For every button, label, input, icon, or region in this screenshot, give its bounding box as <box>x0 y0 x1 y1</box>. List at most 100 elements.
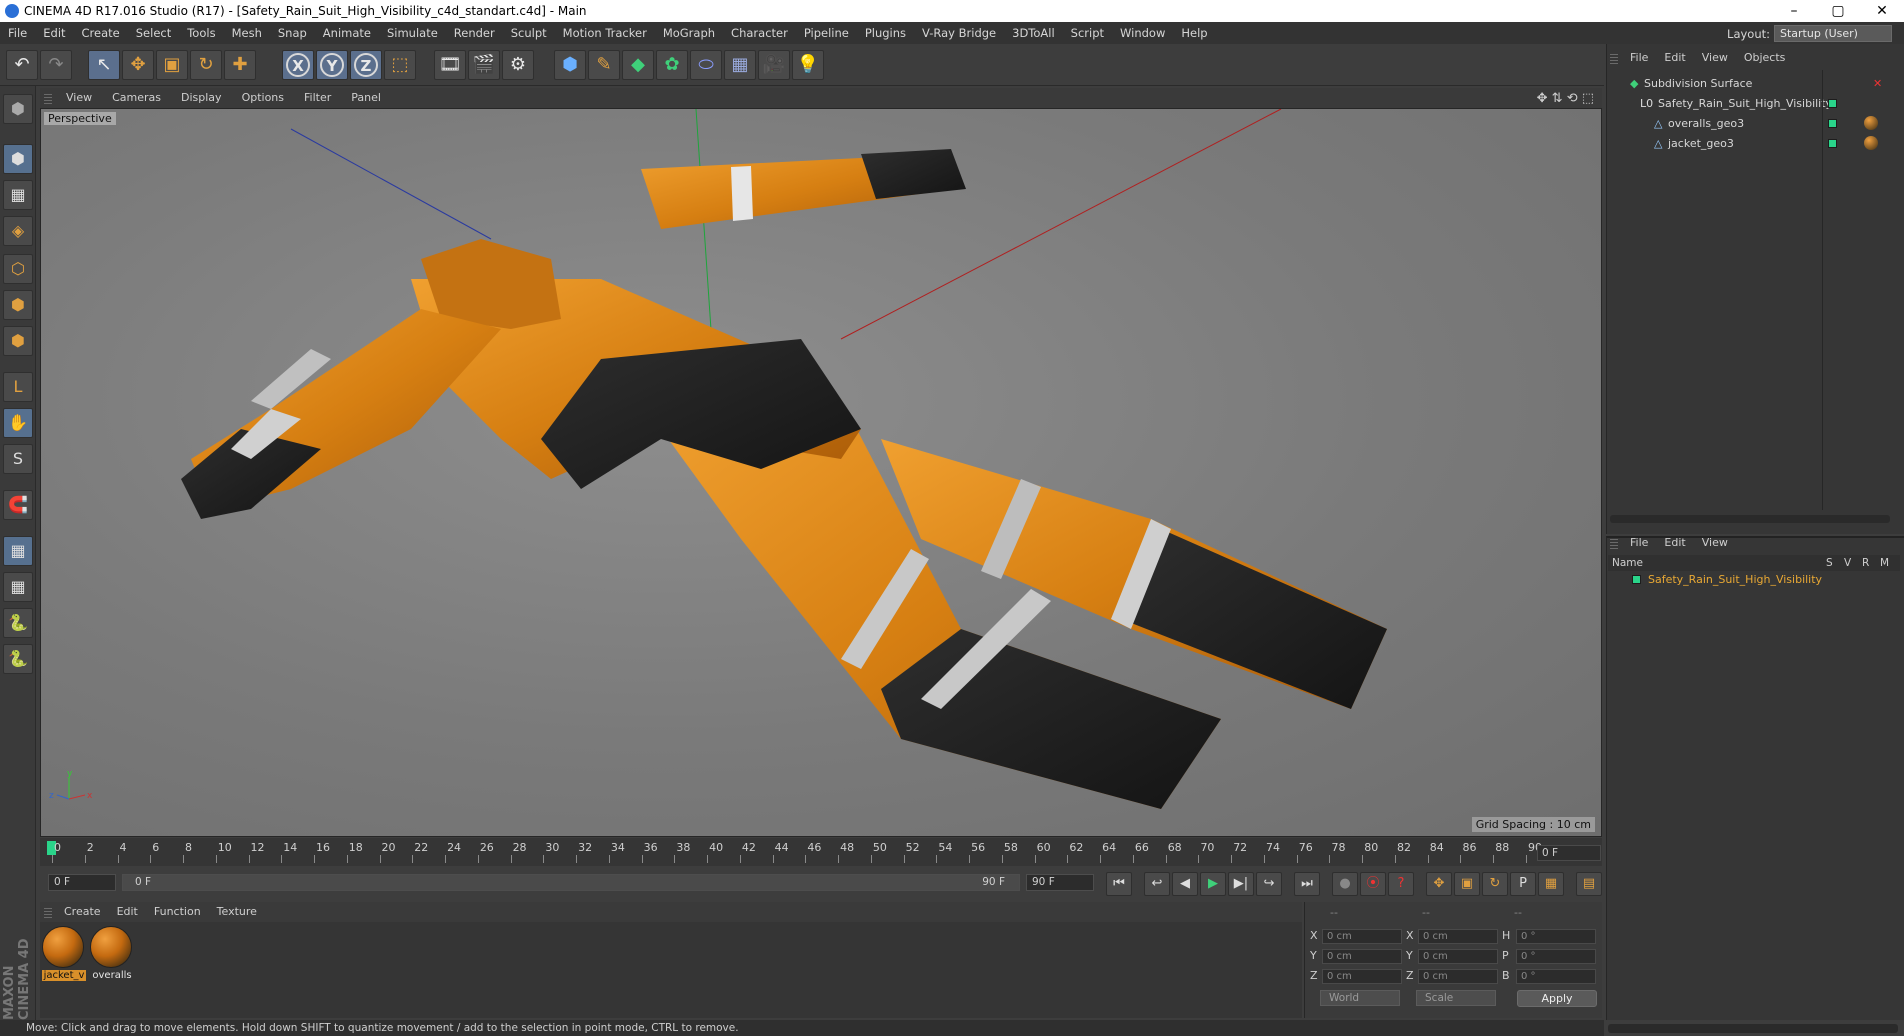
material-menu-create[interactable]: Create <box>56 902 109 922</box>
menu-3dtoall[interactable]: 3DToAll <box>1004 22 1063 44</box>
objects-menu-edit[interactable]: Edit <box>1656 48 1693 68</box>
menu-plugins[interactable]: Plugins <box>857 22 914 44</box>
menu-help[interactable]: Help <box>1173 22 1215 44</box>
material-menu-edit[interactable]: Edit <box>109 902 146 922</box>
workplane-mode-icon[interactable]: ◈ <box>3 216 33 246</box>
size-y-field[interactable]: 0 cm <box>1418 949 1498 964</box>
maximize-button[interactable]: ▢ <box>1816 1 1860 21</box>
floor-object-button[interactable]: ▦ <box>724 50 756 80</box>
rot-b-field[interactable]: 0 ° <box>1516 969 1596 984</box>
make-editable-icon[interactable]: ⬢ <box>3 94 33 124</box>
timeline-window-button[interactable]: ▤ <box>1576 872 1602 896</box>
menu-edit[interactable]: Edit <box>35 22 73 44</box>
layer-manager-scrollbar[interactable] <box>1608 1024 1898 1033</box>
pos-z-field[interactable]: 0 cm <box>1322 969 1402 984</box>
viewport-menu-filter[interactable]: Filter <box>294 88 341 108</box>
motion-record-button[interactable]: ● <box>1332 872 1358 896</box>
prev-key-button[interactable]: ↩ <box>1144 872 1170 896</box>
size-z-field[interactable]: 0 cm <box>1418 969 1498 984</box>
rot-p-field[interactable]: 0 ° <box>1516 949 1596 964</box>
render-view-button[interactable]: 🎞 <box>434 50 466 80</box>
objects-menu-file[interactable]: File <box>1622 48 1656 68</box>
layers-menu-view[interactable]: View <box>1694 533 1736 553</box>
layer-color-icon[interactable] <box>1632 575 1641 584</box>
layer-color-icon[interactable] <box>1828 119 1837 128</box>
coordinate-system-button[interactable]: ⬚ <box>384 50 416 80</box>
layer-color-icon[interactable] <box>1828 139 1837 148</box>
menu-window[interactable]: Window <box>1112 22 1173 44</box>
menu-render[interactable]: Render <box>446 22 503 44</box>
menu-motion-tracker[interactable]: Motion Tracker <box>555 22 655 44</box>
solo-mode-icon[interactable]: S <box>3 444 33 474</box>
points-mode-icon[interactable]: ⬡ <box>3 254 33 284</box>
object-row-subdivision[interactable]: ◆ Subdivision Surface ✕ <box>1610 74 1902 93</box>
y-axis-lock[interactable]: Y <box>316 50 348 80</box>
material-overalls[interactable]: overalls <box>90 926 134 982</box>
autokey-button[interactable]: ? <box>1388 872 1414 896</box>
key-parameter-button[interactable]: P <box>1510 872 1536 896</box>
next-key-button[interactable]: ↪ <box>1256 872 1282 896</box>
disabled-check-icon[interactable]: ✕ <box>1873 74 1882 93</box>
menu-create[interactable]: Create <box>74 22 128 44</box>
mograph-cloner-button[interactable]: ✿ <box>656 50 688 80</box>
material-menu-texture[interactable]: Texture <box>209 902 265 922</box>
menu-select[interactable]: Select <box>128 22 179 44</box>
scale-tool[interactable]: ▣ <box>156 50 188 80</box>
spline-pen-button[interactable]: ✎ <box>588 50 620 80</box>
layout-select[interactable]: Startup (User) <box>1774 25 1892 42</box>
coordinate-mode-select[interactable]: World <box>1320 990 1400 1006</box>
material-jacket[interactable]: jacket_v <box>42 926 86 982</box>
menu-character[interactable]: Character <box>723 22 796 44</box>
tweak-mode-icon[interactable]: ✋ <box>3 408 33 438</box>
pos-y-field[interactable]: 0 cm <box>1322 949 1402 964</box>
add-tool[interactable]: ✚ <box>224 50 256 80</box>
snap-magnet-icon[interactable]: 🧲 <box>3 490 33 520</box>
pos-x-field[interactable]: 0 cm <box>1322 929 1402 944</box>
start-frame-field[interactable]: 0 F <box>48 874 116 891</box>
size-x-field[interactable]: 0 cm <box>1418 929 1498 944</box>
end-frame-field[interactable]: 90 F <box>1026 874 1094 891</box>
object-row-overalls[interactable]: △ overalls_geo3 <box>1610 114 1902 133</box>
objects-menu-view[interactable]: View <box>1694 48 1736 68</box>
render-settings-button[interactable]: ⚙ <box>502 50 534 80</box>
menu-file[interactable]: File <box>0 22 35 44</box>
python-script-icon[interactable]: 🐍 <box>3 608 33 638</box>
polygons-mode-icon[interactable]: ⬢ <box>3 326 33 356</box>
menu-tools[interactable]: Tools <box>179 22 223 44</box>
objects-menu-objects[interactable]: Objects <box>1736 48 1794 68</box>
record-keys-button[interactable]: ⦿ <box>1360 872 1386 896</box>
model-mode-icon[interactable]: ⬢ <box>3 144 33 174</box>
menu-sculpt[interactable]: Sculpt <box>503 22 555 44</box>
layer-color-icon[interactable] <box>1828 99 1837 108</box>
current-frame-field[interactable]: 0 F <box>1537 845 1601 861</box>
rotate-tool[interactable]: ↻ <box>190 50 222 80</box>
goto-end-button[interactable]: ⏭ <box>1294 872 1320 896</box>
key-position-button[interactable]: ✥ <box>1426 872 1452 896</box>
layers-menu-file[interactable]: File <box>1622 533 1656 553</box>
workplane-lock-icon[interactable]: ▦ <box>3 536 33 566</box>
minimize-button[interactable]: – <box>1772 1 1816 21</box>
subdivision-surface-button[interactable]: ◆ <box>622 50 654 80</box>
layer-row[interactable]: Safety_Rain_Suit_High_Visibility <box>1608 571 1900 589</box>
undo-button[interactable]: ↶ <box>6 50 38 80</box>
x-axis-lock[interactable]: X <box>282 50 314 80</box>
light-object-button[interactable]: 💡 <box>792 50 824 80</box>
object-manager-scrollbar[interactable] <box>1610 515 1890 523</box>
menu-pipeline[interactable]: Pipeline <box>796 22 857 44</box>
z-axis-lock[interactable]: Z <box>350 50 382 80</box>
object-row-safety-suit[interactable]: L0 Safety_Rain_Suit_High_Visibility <box>1610 94 1902 113</box>
preview-range-slider[interactable]: 0 F 90 F <box>122 874 1020 891</box>
next-frame-button[interactable]: ▶| <box>1228 872 1254 896</box>
goto-start-button[interactable]: ⏮ <box>1106 872 1132 896</box>
workplane-grid-icon[interactable]: ▦ <box>3 572 33 602</box>
menu-script[interactable]: Script <box>1063 22 1112 44</box>
move-tool[interactable]: ✥ <box>122 50 154 80</box>
material-menu-function[interactable]: Function <box>146 902 209 922</box>
rot-h-field[interactable]: 0 ° <box>1516 929 1596 944</box>
redo-button[interactable]: ↷ <box>40 50 72 80</box>
menu-simulate[interactable]: Simulate <box>379 22 446 44</box>
menu-mesh[interactable]: Mesh <box>224 22 270 44</box>
python-console-icon[interactable]: 🐍 <box>3 644 33 674</box>
layers-menu-edit[interactable]: Edit <box>1656 533 1693 553</box>
viewport-menu-cameras[interactable]: Cameras <box>102 88 171 108</box>
